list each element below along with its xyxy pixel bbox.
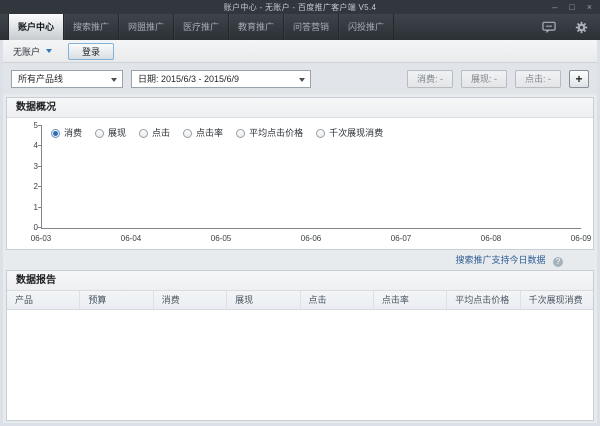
y-tick-label: 3 xyxy=(23,163,38,171)
metric-option[interactable]: 点击 xyxy=(139,128,170,138)
account-name: 无账户 xyxy=(13,45,40,58)
radio-icon xyxy=(95,129,104,138)
metric-option[interactable]: 展现 xyxy=(95,128,126,138)
footnote-row: 搜索推广支持今日数据 ? xyxy=(3,252,597,268)
stat-chips: 消费: - 展现: - 点击: - xyxy=(407,70,561,88)
x-tick-label: 06-05 xyxy=(211,234,231,243)
stat-chip[interactable]: 消费: - xyxy=(407,70,453,88)
report-table-body xyxy=(7,310,593,420)
x-tick-label: 06-04 xyxy=(121,234,141,243)
y-tick-mark xyxy=(38,125,42,126)
account-bar: 无账户 登录 xyxy=(3,40,597,63)
chevron-down-icon xyxy=(111,78,117,82)
radio-icon xyxy=(316,129,325,138)
product-line-select[interactable]: 所有产品线 xyxy=(11,70,123,88)
y-tick-label: 0 xyxy=(23,224,38,232)
x-axis-labels: 06-0306-0406-0506-0606-0706-0806-09 xyxy=(41,234,581,244)
account-dropdown-arrow-icon[interactable] xyxy=(46,49,52,53)
tab-item[interactable]: 账户中心 xyxy=(8,14,64,40)
stat-chip[interactable]: 展现: - xyxy=(461,70,507,88)
column-header: 产品 xyxy=(7,291,80,309)
metric-option[interactable]: 消费 xyxy=(51,128,82,138)
tab-item[interactable]: 网盟推广 xyxy=(119,14,174,40)
tab-item[interactable]: 问答营销 xyxy=(284,14,339,40)
plot-area: 012345 xyxy=(41,126,581,229)
column-header: 展现 xyxy=(227,291,300,309)
data-report-panel: 数据报告 产品预算消费展现点击点击率平均点击价格千次展现消费 xyxy=(6,270,594,421)
column-header: 消费 xyxy=(154,291,227,309)
overview-panel-header: 数据概况 xyxy=(7,98,593,118)
column-header: 点击 xyxy=(301,291,374,309)
report-panel-title: 数据报告 xyxy=(16,275,56,286)
tab-bar: 账户中心搜索推广网盟推广医疗推广教育推广问答营销闪投推广 xyxy=(0,14,600,41)
tab-item[interactable]: 医疗推广 xyxy=(174,14,229,40)
content-area: 无账户 登录 所有产品线 日期: 2015/6/3 - 2015/6/9 消费:… xyxy=(0,40,600,426)
message-icon[interactable] xyxy=(542,20,556,34)
report-table-header: 产品预算消费展现点击点击率平均点击价格千次展现消费 xyxy=(7,291,593,310)
metric-option[interactable]: 点击率 xyxy=(183,128,223,138)
window-title: 账户中心 - 无账户 - 百度推广客户端 V5.4 xyxy=(0,0,600,15)
radio-icon xyxy=(51,129,60,138)
y-tick-label: 2 xyxy=(23,183,38,191)
radio-icon xyxy=(139,129,148,138)
x-tick-label: 06-03 xyxy=(31,234,51,243)
radio-icon xyxy=(183,129,192,138)
y-tick-mark xyxy=(38,145,42,146)
tab-bar-icons xyxy=(542,14,588,40)
radio-icon xyxy=(236,129,245,138)
x-tick-label: 06-06 xyxy=(301,234,321,243)
metric-label: 消费 xyxy=(64,128,82,138)
today-data-note[interactable]: 搜索推广支持今日数据 xyxy=(455,255,545,265)
filter-bar: 所有产品线 日期: 2015/6/3 - 2015/6/9 消费: - 展现: -… xyxy=(3,63,597,94)
y-tick-mark xyxy=(38,227,42,228)
metric-label: 点击率 xyxy=(196,128,223,138)
y-tick-mark xyxy=(38,186,42,187)
chevron-down-icon xyxy=(299,78,305,82)
metric-label: 千次展现消费 xyxy=(329,128,383,138)
metric-option[interactable]: 千次展现消费 xyxy=(316,128,383,138)
column-header: 点击率 xyxy=(374,291,447,309)
tab-item[interactable]: 闪投推广 xyxy=(339,14,394,40)
add-metric-button[interactable]: + xyxy=(569,70,589,88)
title-bar: 账户中心 - 无账户 - 百度推广客户端 V5.4 – □ × xyxy=(0,0,600,14)
app-window: 账户中心 - 无账户 - 百度推广客户端 V5.4 – □ × 账户中心搜索推广… xyxy=(0,0,600,426)
maximize-button[interactable]: □ xyxy=(569,1,574,14)
x-tick-label: 06-07 xyxy=(391,234,411,243)
tab-item[interactable]: 搜索推广 xyxy=(64,14,119,40)
y-tick-label: 4 xyxy=(23,142,38,150)
y-tick-label: 1 xyxy=(23,204,38,212)
overview-panel-title: 数据概况 xyxy=(16,102,56,113)
stat-chip[interactable]: 点击: - xyxy=(515,70,561,88)
metric-radio-group: 消费 展现 点击 点击率 平均点击价格 千次展现消费 xyxy=(51,128,396,138)
x-tick-label: 06-08 xyxy=(481,234,501,243)
y-tick-label: 5 xyxy=(23,122,38,130)
column-header: 千次展现消费 xyxy=(521,291,593,309)
close-button[interactable]: × xyxy=(587,1,592,14)
minimize-button[interactable]: – xyxy=(552,1,557,14)
help-icon[interactable]: ? xyxy=(553,257,563,267)
metric-label: 点击 xyxy=(152,128,170,138)
product-line-value: 所有产品线 xyxy=(18,70,63,88)
date-range-value: 日期: 2015/6/3 - 2015/6/9 xyxy=(138,70,239,88)
login-button[interactable]: 登录 xyxy=(68,43,114,60)
data-overview-panel: 数据概况 012345 消费展现点击点击率平均点击价格千次展现消费 06-030… xyxy=(6,97,594,250)
report-panel-header: 数据报告 xyxy=(7,271,593,291)
tab-item[interactable]: 教育推广 xyxy=(229,14,284,40)
window-controls: – □ × xyxy=(552,0,592,14)
settings-gear-icon[interactable] xyxy=(574,20,588,34)
metric-label: 平均点击价格 xyxy=(249,128,303,138)
x-tick-label: 06-09 xyxy=(571,234,591,243)
metric-option[interactable]: 平均点击价格 xyxy=(236,128,303,138)
overview-chart: 012345 消费展现点击点击率平均点击价格千次展现消费 06-0306-040… xyxy=(7,118,593,249)
y-tick-mark xyxy=(38,207,42,208)
date-range-select[interactable]: 日期: 2015/6/3 - 2015/6/9 xyxy=(131,70,311,88)
y-tick-mark xyxy=(38,166,42,167)
tab-strip: 账户中心搜索推广网盟推广医疗推广教育推广问答营销闪投推广 xyxy=(8,14,600,40)
column-header: 预算 xyxy=(80,291,153,309)
metric-label: 展现 xyxy=(108,128,126,138)
column-header: 平均点击价格 xyxy=(447,291,520,309)
